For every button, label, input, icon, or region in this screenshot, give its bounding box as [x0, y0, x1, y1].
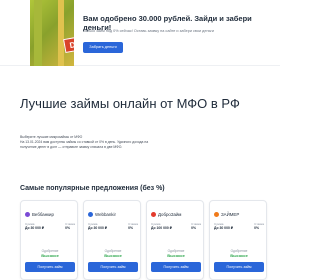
offer-stats: Сумма До 100 000 ₽ Ставка 0%: [151, 222, 201, 231]
approval-block: Одобрение Высокое: [21, 249, 79, 258]
lender-name: Webbankir: [95, 212, 116, 217]
offer-card: Веббанкир Сумма До 30 000 ₽ Ставка 0% Одоб…: [20, 200, 78, 280]
approval-value: Высокое: [41, 253, 59, 258]
stat-value: До 30 000 ₽: [214, 226, 234, 230]
stat-value: 0%: [191, 226, 197, 230]
lender-logo-icon: [88, 212, 93, 217]
hero-description-line: получение денег в долг — отправьте заявк…: [20, 145, 123, 150]
approval-value: Высокое: [230, 253, 248, 258]
lender-logo: ДоброЗайм: [151, 212, 181, 217]
lender-logo-icon: [151, 212, 156, 217]
stat-value: 0%: [254, 226, 260, 230]
approval-value: Высокое: [104, 253, 122, 258]
promo-banner: DONE Вам одобрено 30.000 рублей. Зайди и…: [0, 0, 280, 66]
approval-block: Одобрение Высокое: [147, 249, 205, 258]
lender-logo: Веббанкир: [25, 212, 54, 217]
get-loan-button[interactable]: Получить займ: [88, 262, 138, 272]
lender-name: Веббанкир: [32, 212, 54, 217]
stat-value: До 30 000 ₽: [88, 226, 108, 230]
offer-stats: Сумма До 30 000 ₽ Ставка 0%: [25, 222, 75, 231]
stat-value: До 100 000 ₽: [151, 226, 173, 230]
page-title: Лучшие займы онлайн от МФО в РФ: [20, 96, 240, 111]
banner-image: DONE: [30, 0, 74, 66]
lender-logo: Webbankir: [88, 212, 116, 217]
stat-sum: Сумма До 30 000 ₽: [25, 222, 44, 231]
banner-subtitle: Только займ под 0% сейчас! Оставь заявку…: [83, 29, 215, 33]
offer-card: ДоброЗайм Сумма До 100 000 ₽ Ставка 0% Одо…: [146, 200, 204, 280]
get-loan-button[interactable]: Получить займ: [25, 262, 75, 272]
get-money-button[interactable]: Забрать деньги: [83, 42, 123, 53]
done-stamp-badge: DONE: [63, 32, 74, 54]
stat-rate: Ставка 0%: [191, 222, 201, 231]
offer-stats: Сумма До 30 000 ₽ Ставка 0%: [88, 222, 138, 231]
get-loan-button[interactable]: Получить займ: [214, 262, 264, 272]
offer-card: Webbankir Сумма До 30 000 ₽ Ставка 0% Одоб…: [83, 200, 141, 280]
stat-sum: Сумма До 30 000 ₽: [214, 222, 233, 231]
banner-image-stripe: [34, 0, 42, 66]
stat-rate: Ставка 0%: [254, 222, 264, 231]
lender-logo-icon: [214, 212, 219, 217]
stat-sum: Сумма До 30 000 ₽: [88, 222, 107, 231]
approval-block: Одобрение Высокое: [84, 249, 142, 258]
stat-sum: Сумма До 100 000 ₽: [151, 222, 172, 231]
stat-value: До 30 000 ₽: [25, 226, 45, 230]
hero-description: Выберите лучшие микрозаймы от МФО На 13.…: [20, 135, 170, 151]
stat-rate: Ставка 0%: [65, 222, 75, 231]
offers-list: Веббанкир Сумма До 30 000 ₽ Ставка 0% Одоб…: [20, 200, 280, 280]
banner-image-stripe: [58, 0, 64, 66]
offer-stats: Сумма До 30 000 ₽ Ставка 0%: [214, 222, 264, 231]
offer-card: ЗАЙМЕР Сумма До 30 000 ₽ Ставка 0% Одобрен…: [209, 200, 267, 280]
stat-value: 0%: [65, 226, 71, 230]
lender-logo-icon: [25, 212, 30, 217]
stat-rate: Ставка 0%: [128, 222, 138, 231]
approval-block: Одобрение Высокое: [210, 249, 268, 258]
lender-name: ЗАЙМЕР: [221, 212, 240, 217]
get-loan-button[interactable]: Получить займ: [151, 262, 201, 272]
approval-value: Высокое: [167, 253, 185, 258]
stat-value: 0%: [128, 226, 134, 230]
section-title: Самые популярные предложения (без %): [20, 185, 165, 192]
lender-name: ДоброЗайм: [158, 212, 182, 217]
lender-logo: ЗАЙМЕР: [214, 212, 239, 217]
